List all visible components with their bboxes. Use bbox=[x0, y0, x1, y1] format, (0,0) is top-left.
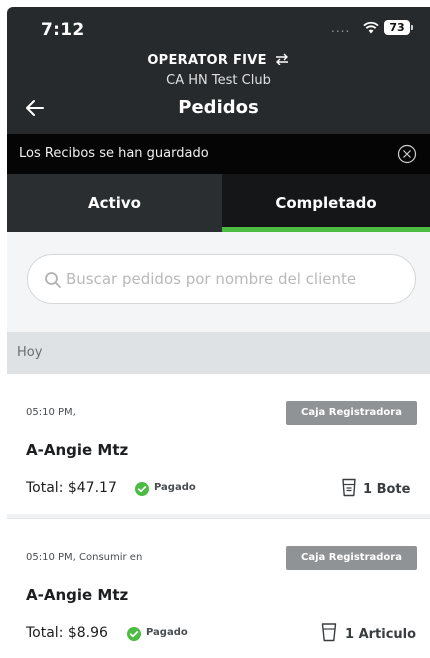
customer-name: A-Angie Mtz bbox=[26, 441, 129, 459]
section-header: Hoy bbox=[7, 332, 430, 374]
item-count: 1 Articulo bbox=[345, 627, 417, 642]
order-channel-badge: Caja Registradora bbox=[286, 546, 417, 570]
order-card[interactable]: 05:10 PM, Consumir en Caja Registradora … bbox=[7, 518, 430, 658]
search-icon bbox=[45, 272, 61, 288]
order-time: 05:10 PM, Consumir en bbox=[26, 552, 143, 563]
order-time: 05:10 PM, bbox=[26, 407, 76, 418]
section-label: Hoy bbox=[17, 345, 43, 360]
active-tab-indicator bbox=[222, 227, 430, 232]
app-screen: 7:12 .... 73 OPERATOR FIVE CA HN Test Cl… bbox=[7, 7, 430, 658]
check-circle-icon bbox=[127, 627, 141, 641]
signal-indicator: .... bbox=[331, 21, 351, 35]
tab-activo[interactable]: Activo bbox=[7, 174, 222, 232]
check-circle-icon bbox=[135, 482, 149, 496]
operator-name: OPERATOR FIVE bbox=[147, 53, 267, 68]
club-name: CA HN Test Club bbox=[166, 73, 271, 88]
item-count: 1 Bote bbox=[363, 482, 411, 497]
order-tabs: Activo Completado bbox=[7, 174, 430, 232]
tab-completado[interactable]: Completado bbox=[222, 174, 430, 232]
order-card[interactable]: 05:10 PM, Caja Registradora A-Angie Mtz … bbox=[7, 374, 430, 514]
search-bar bbox=[27, 254, 416, 304]
swap-icon bbox=[275, 53, 288, 65]
order-total: Total: $47.17 bbox=[26, 480, 117, 496]
payment-status: Pagado bbox=[146, 627, 188, 638]
status-bar: 7:12 .... 73 bbox=[7, 7, 430, 47]
customer-name: A-Angie Mtz bbox=[26, 586, 129, 604]
status-time: 7:12 bbox=[41, 20, 85, 40]
search-input[interactable] bbox=[66, 255, 406, 303]
operator-switch[interactable]: OPERATOR FIVE bbox=[7, 53, 430, 68]
battery-indicator: 73 bbox=[384, 20, 413, 35]
bucket-icon bbox=[342, 478, 356, 497]
cup-icon bbox=[321, 623, 337, 642]
wifi-icon bbox=[363, 21, 379, 34]
payment-status: Pagado bbox=[154, 482, 196, 493]
app-header: OPERATOR FIVE CA HN Test Club Pedidos bbox=[7, 47, 430, 134]
close-icon[interactable] bbox=[397, 144, 417, 164]
toast-notification: Los Recibos se han guardado bbox=[7, 134, 430, 174]
order-total: Total: $8.96 bbox=[26, 625, 108, 641]
page-title: Pedidos bbox=[178, 97, 259, 118]
toast-message: Los Recibos se han guardado bbox=[19, 146, 209, 161]
order-channel-badge: Caja Registradora bbox=[286, 401, 417, 425]
